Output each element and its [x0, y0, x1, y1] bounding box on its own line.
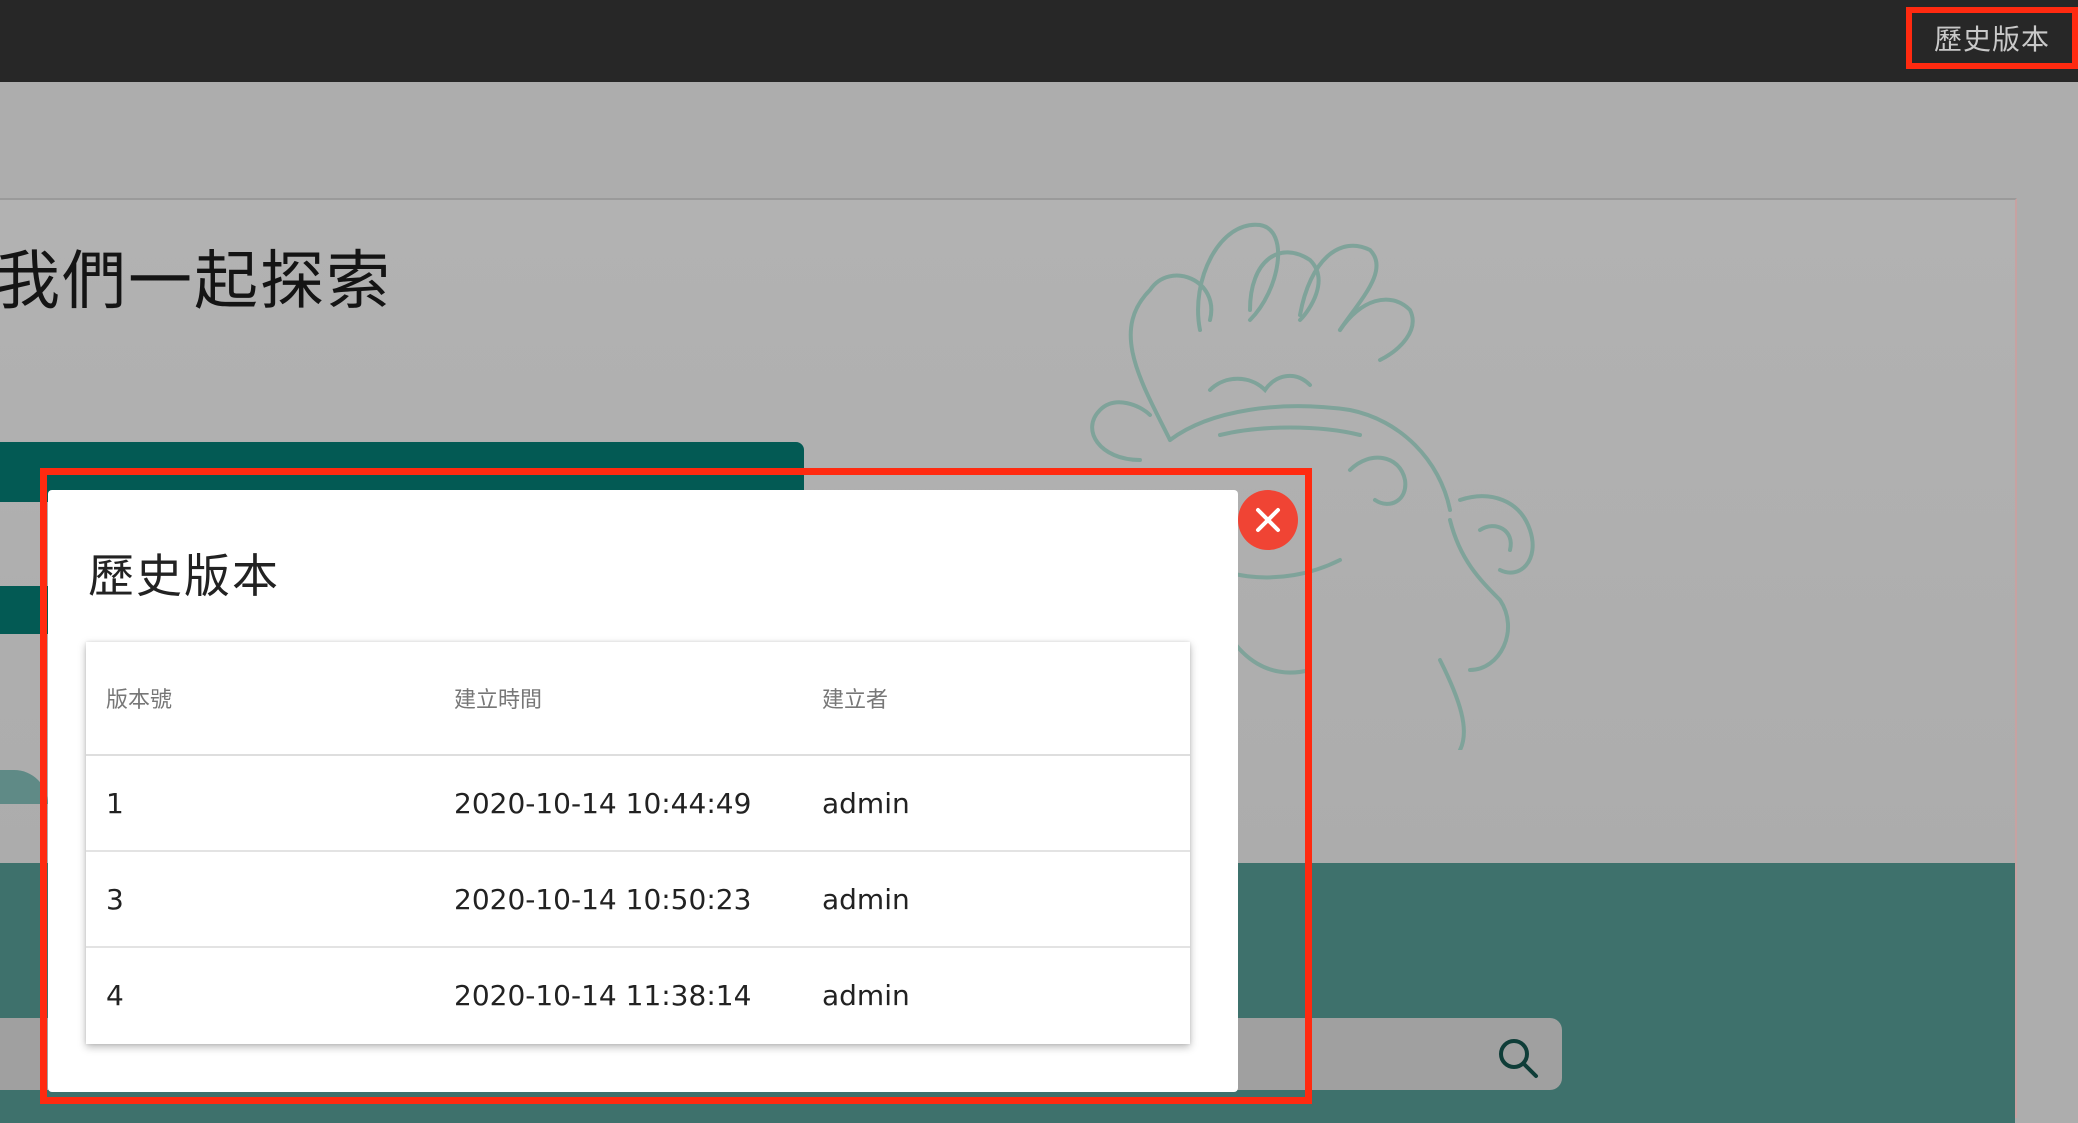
hero-heading: 我們一起探索: [0, 245, 392, 319]
table-header: 版本號 建立時間 建立者: [86, 642, 1190, 756]
creator-cell: admin: [822, 882, 910, 916]
creator-cell: admin: [822, 786, 910, 820]
history-versions-button[interactable]: 歷史版本: [1906, 7, 2078, 69]
modal-title: 歷史版本: [88, 549, 280, 603]
table-row[interactable]: 4 2020-10-14 11:38:14 admin: [86, 948, 1190, 1042]
hero-side-bar: [0, 586, 48, 634]
created-time-cell: 2020-10-14 10:44:49: [454, 786, 752, 820]
column-header-version: 版本號: [106, 688, 173, 713]
column-header-creator: 建立者: [822, 688, 889, 713]
close-icon: [1256, 508, 1280, 532]
created-time-cell: 2020-10-14 10:50:23: [454, 882, 752, 916]
table-row[interactable]: 1 2020-10-14 10:44:49 admin: [86, 756, 1190, 852]
version-cell: 3: [106, 882, 124, 916]
search-icon[interactable]: [1496, 1036, 1540, 1080]
creator-cell: admin: [822, 978, 910, 1012]
created-time-cell: 2020-10-14 11:38:14: [454, 978, 752, 1012]
versions-table: 版本號 建立時間 建立者 1 2020-10-14 10:44:49 admin…: [86, 642, 1190, 1044]
history-modal: 歷史版本 版本號 建立時間 建立者 1 2020-10-14 10:44:49 …: [48, 490, 1238, 1092]
version-cell: 4: [106, 978, 124, 1012]
version-cell: 1: [106, 786, 124, 820]
column-header-created-time: 建立時間: [454, 688, 543, 713]
close-modal-button[interactable]: [1238, 490, 1298, 550]
table-row[interactable]: 3 2020-10-14 10:50:23 admin: [86, 852, 1190, 948]
top-bar: 歷史版本: [0, 0, 2078, 82]
